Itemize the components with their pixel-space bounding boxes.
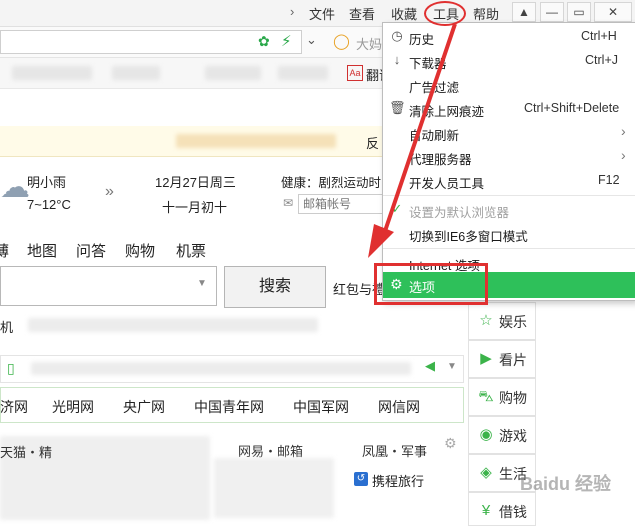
grid-cell[interactable]: 天猫・精 (0, 442, 52, 461)
site-link[interactable]: 央广网 (123, 397, 165, 417)
chevron-down-icon[interactable]: ⌄ (306, 32, 317, 48)
nav-link-shopping[interactable]: 购物 (125, 240, 155, 261)
lightning-icon[interactable]: ⚡ (281, 32, 292, 50)
life-icon: ◈ (480, 464, 492, 481)
annotation-box (374, 263, 488, 305)
search-button[interactable]: 搜索 (224, 266, 326, 308)
side-item-loan[interactable]: ¥ 借钱 (468, 492, 536, 526)
chevron-right-icon[interactable]: › (290, 4, 294, 19)
minimize-icon[interactable]: — (540, 2, 564, 22)
site-link[interactable]: 网信网 (378, 397, 420, 417)
hot-blurred (28, 318, 318, 332)
mute-icon[interactable]: ◀ (425, 358, 435, 374)
side-item-entertainment[interactable]: ☆ 娱乐 (468, 302, 536, 340)
site-link[interactable]: 中国青年网 (194, 397, 264, 417)
play-icon: ▶ (480, 350, 492, 367)
mail-icon: ✉ (283, 196, 294, 210)
url-input[interactable] (0, 30, 302, 54)
annotation-arrow (368, 23, 457, 258)
site-link[interactable]: 光明网 (52, 397, 94, 417)
double-chevron-icon[interactable]: » (105, 183, 114, 201)
site-link[interactable]: 中国军网 (293, 397, 349, 417)
money-icon: ¥ (481, 502, 491, 519)
bookmark-blurred (112, 66, 160, 80)
watermark: Baidu 经验 (520, 474, 612, 494)
maximize-icon[interactable]: ▭ (567, 2, 591, 22)
weather-temp[interactable]: 7~12°C (27, 197, 71, 212)
security-icon[interactable]: ✿ (258, 33, 270, 50)
nav-link-map[interactable]: 地图 (27, 240, 57, 261)
news-bar: ▯ ◀ ▼ (0, 355, 464, 383)
notice-blurred (176, 134, 336, 148)
nav-link-flights[interactable]: 机票 (176, 240, 206, 261)
grid-blurred (214, 458, 334, 518)
gear-small-icon[interactable]: ⚙ (444, 435, 457, 452)
lunar-text: 十一月初十 (162, 200, 228, 215)
side-item-video[interactable]: ▶ 看片 (468, 340, 536, 378)
dropdown-arrow-icon[interactable]: ▼ (197, 278, 207, 289)
search-input[interactable]: ▼ (0, 266, 217, 306)
site-link[interactable]: 济网 (0, 397, 28, 417)
ctrip-icon: ↺ (354, 472, 368, 486)
dropdown-icon[interactable]: ▼ (447, 361, 457, 372)
close-icon[interactable]: ✕ (594, 2, 632, 22)
menu-help[interactable]: 帮助 (473, 4, 499, 23)
weather-icon: ☁ (0, 171, 30, 204)
gamepad-icon: ◉ (479, 426, 493, 443)
grid-cell[interactable]: 凤凰・军事 (362, 441, 427, 460)
bookmark-blurred (205, 66, 261, 80)
nav-link-qa[interactable]: 问答 (76, 240, 106, 261)
weather-condition[interactable]: 明小雨 (27, 172, 66, 191)
star-icon: ☆ (479, 312, 493, 329)
book-icon: ▯ (7, 360, 15, 376)
hot-prefix: 机 (0, 320, 14, 335)
nav-link[interactable]: 薄 (0, 240, 9, 261)
search-engine-icon[interactable]: ◯ (333, 32, 350, 50)
bookmark-blurred (278, 66, 328, 80)
shirt-icon[interactable]: ▲ (512, 2, 536, 22)
cart-icon: ⛍ (478, 388, 494, 405)
chevron-right-icon: › (621, 123, 626, 139)
chevron-right-icon: › (621, 147, 626, 163)
bookmark-blurred (12, 66, 92, 80)
side-item-shopping[interactable]: ⛍ 购物 (468, 378, 536, 416)
menu-file[interactable]: 文件 (309, 4, 335, 23)
side-item-games[interactable]: ◉ 游戏 (468, 416, 536, 454)
date-text[interactable]: 12月27日周三 (155, 172, 236, 191)
grid-cell[interactable]: 携程旅行 (372, 471, 424, 490)
news-blurred (31, 362, 411, 375)
